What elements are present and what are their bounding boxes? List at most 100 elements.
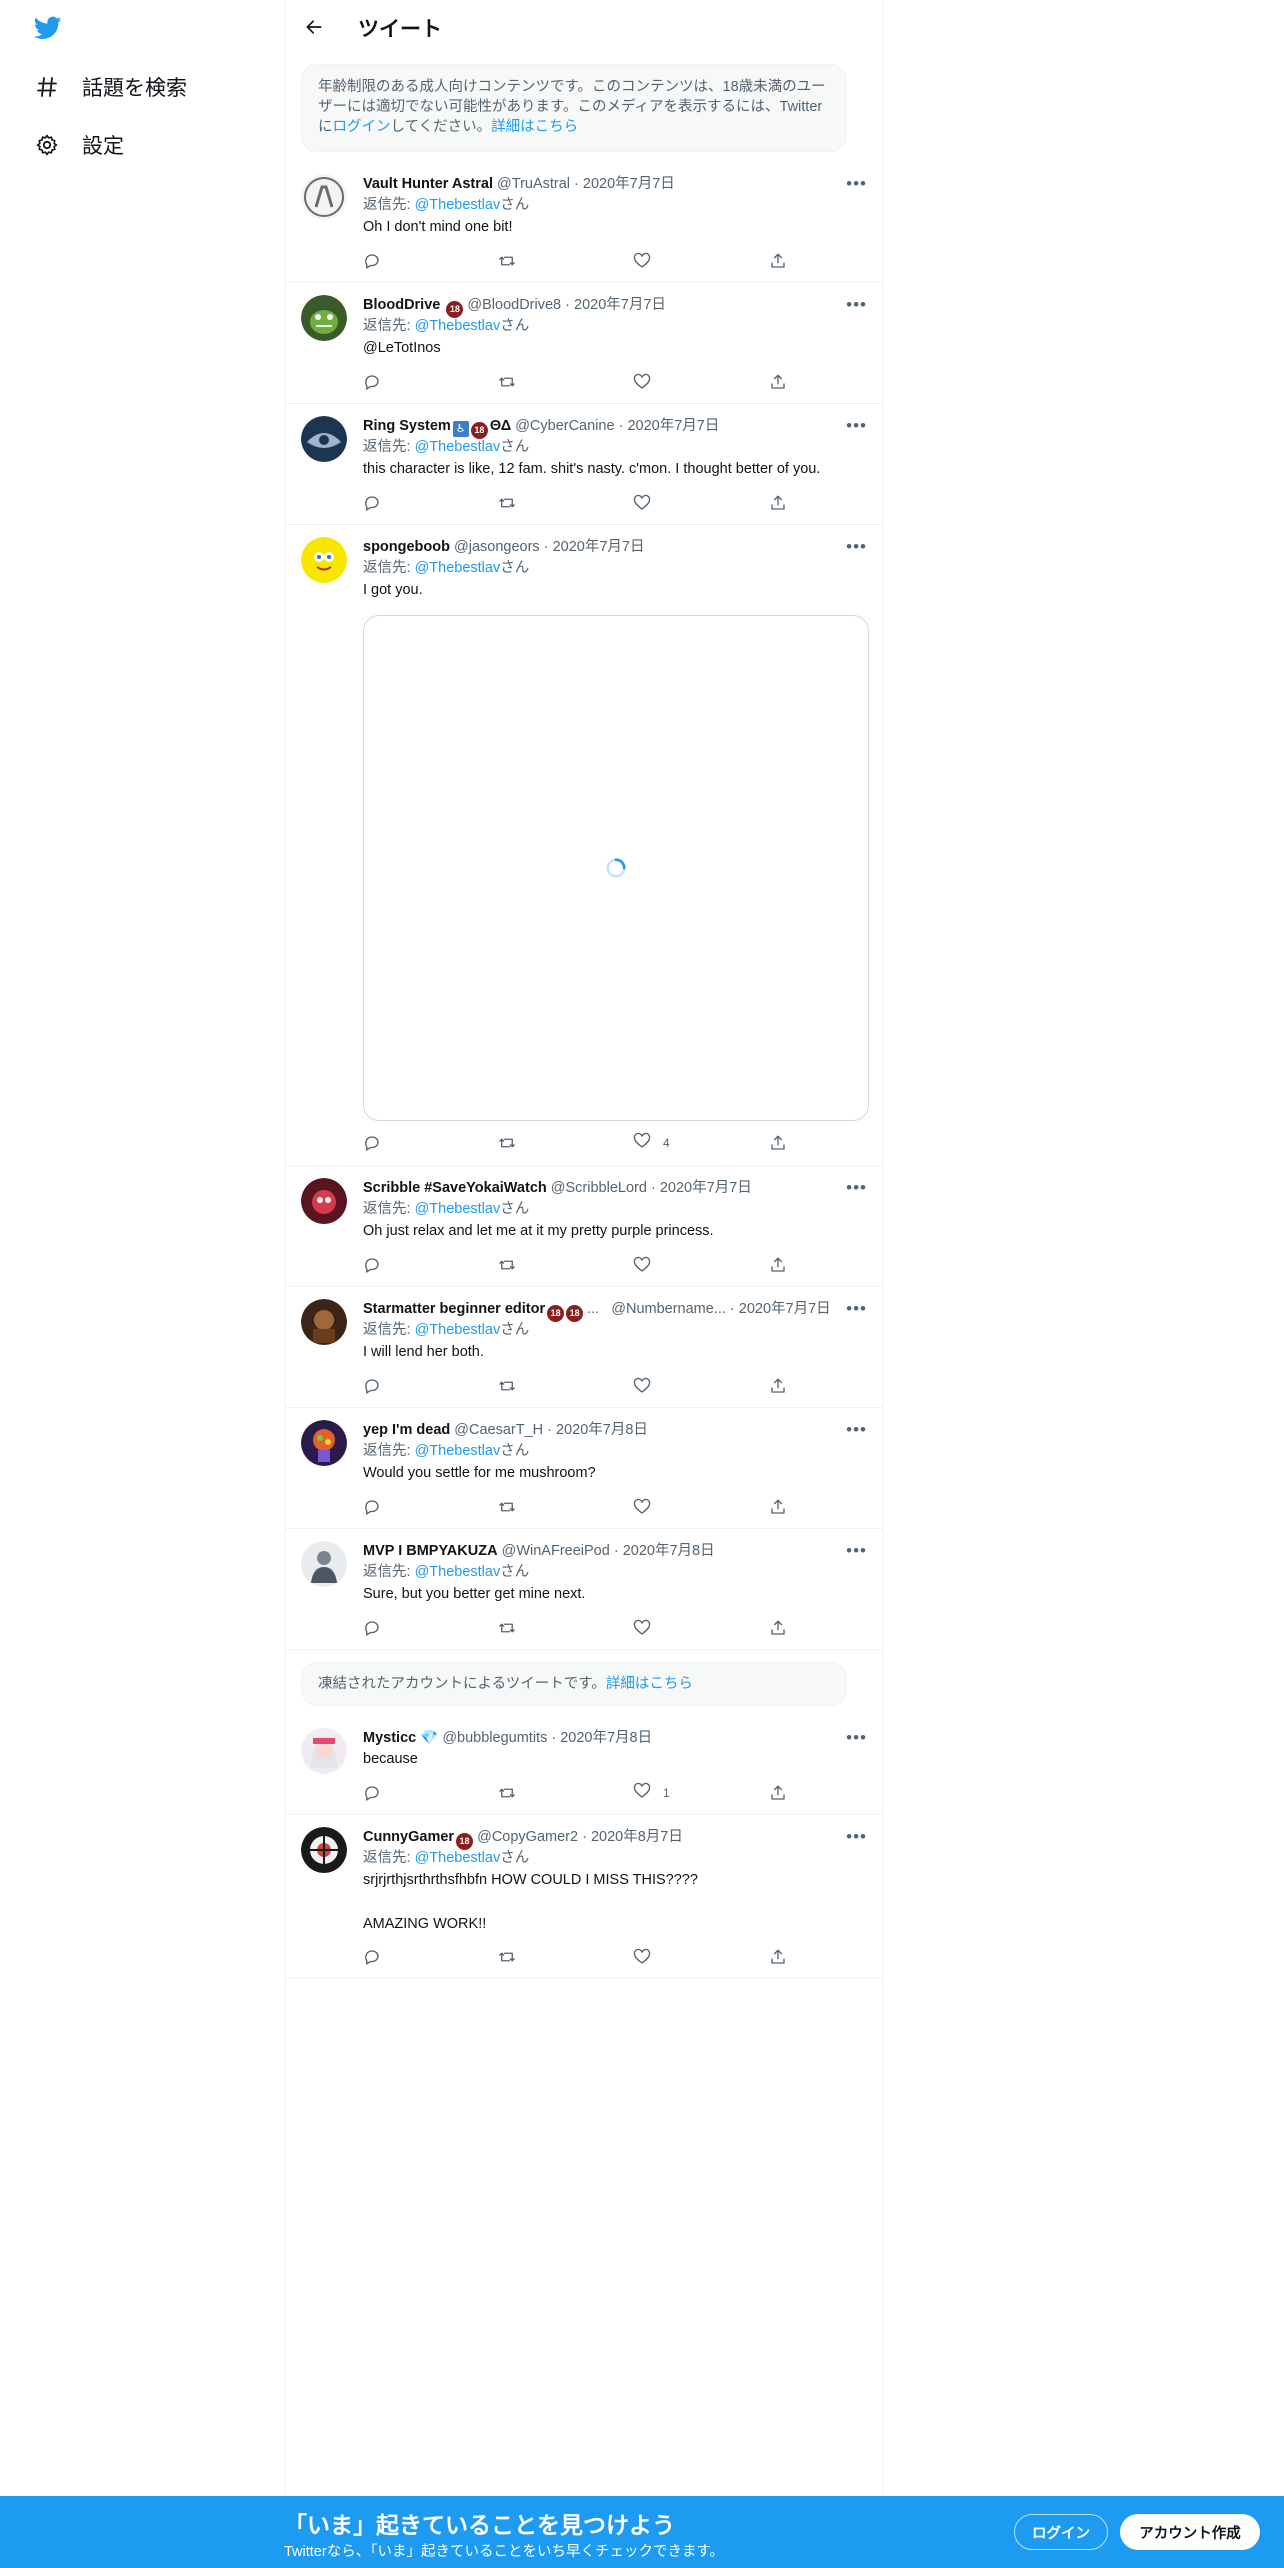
retweet-icon[interactable] [497, 492, 517, 514]
timestamp[interactable]: 2020年7月7日 [739, 1301, 831, 1317]
share-icon[interactable] [769, 1132, 787, 1154]
tweet[interactable]: spongeboob @jasongeors · 2020年7月7日 ••• 返… [285, 525, 883, 1166]
login-button[interactable]: ログイン [1014, 2514, 1108, 2550]
share-icon[interactable] [769, 1617, 787, 1639]
avatar[interactable] [301, 1178, 347, 1224]
more-options-icon[interactable]: ••• [846, 1178, 867, 1198]
avatar[interactable] [301, 537, 347, 583]
tweet[interactable]: Ring System ♿ 18 ΘΔ @CyberCanine · 2020年7月7… [285, 404, 883, 525]
display-name[interactable]: Vault Hunter Astral [363, 176, 493, 192]
more-options-icon[interactable]: ••• [846, 1299, 867, 1319]
like-button[interactable]: 4 [633, 1132, 670, 1154]
handle[interactable]: @bubblegumtits [442, 1730, 547, 1746]
handle[interactable]: @jasongeors [454, 539, 540, 555]
signup-button[interactable]: アカウント作成 [1120, 2514, 1260, 2550]
like-icon[interactable] [633, 1375, 651, 1397]
timestamp[interactable]: 2020年7月8日 [623, 1543, 715, 1559]
like-icon[interactable] [633, 1617, 651, 1639]
reply-icon[interactable] [363, 1132, 381, 1154]
tweet[interactable]: BloodDrive 18 @BloodDrive8 · 2020年7月7日 •… [285, 283, 883, 404]
avatar[interactable] [301, 1728, 347, 1774]
timestamp[interactable]: 2020年8月7日 [591, 1829, 683, 1845]
display-name[interactable]: spongeboob [363, 539, 450, 555]
retweet-icon[interactable] [497, 1617, 517, 1639]
display-name[interactable]: Ring System [363, 418, 451, 434]
reply-icon[interactable] [363, 1375, 381, 1397]
timestamp[interactable]: 2020年7月8日 [560, 1730, 652, 1746]
reply-icon[interactable] [363, 371, 381, 393]
retweet-icon[interactable] [497, 1782, 517, 1804]
tweet[interactable]: Mysticc 💎 @bubblegumtits · 2020年7月8日 •••… [285, 1716, 883, 1815]
like-icon[interactable] [633, 371, 651, 393]
handle[interactable]: @CopyGamer2 [477, 1829, 578, 1845]
retweet-icon[interactable] [497, 1496, 517, 1518]
more-options-icon[interactable]: ••• [846, 295, 867, 315]
avatar[interactable] [301, 174, 347, 220]
display-name[interactable]: yep I'm dead [363, 1422, 450, 1438]
retweet-icon[interactable] [497, 1254, 517, 1276]
reply-mention[interactable]: @Thebestlav [415, 1850, 501, 1866]
reply-icon[interactable] [363, 1782, 381, 1804]
age-notice-details-link[interactable]: 詳細はこちら [491, 119, 578, 135]
retweet-icon[interactable] [497, 1946, 517, 1968]
reply-icon[interactable] [363, 1946, 381, 1968]
nav-settings[interactable]: 設定 [34, 125, 124, 165]
more-options-icon[interactable]: ••• [846, 416, 867, 436]
back-arrow-icon[interactable] [301, 14, 327, 40]
more-options-icon[interactable]: ••• [846, 537, 867, 557]
reply-mention[interactable]: @Thebestlav [415, 318, 501, 334]
retweet-icon[interactable] [497, 1375, 517, 1397]
handle[interactable]: @Numbername... [611, 1301, 726, 1317]
display-name[interactable]: Scribble #SaveYokaiWatch [363, 1180, 547, 1196]
retweet-icon[interactable] [497, 371, 517, 393]
more-options-icon[interactable]: ••• [846, 1420, 867, 1440]
share-icon[interactable] [769, 1254, 787, 1276]
share-icon[interactable] [769, 1496, 787, 1518]
handle[interactable]: @CaesarT_H [454, 1422, 543, 1438]
retweet-icon[interactable] [497, 1132, 517, 1154]
reply-icon[interactable] [363, 1254, 381, 1276]
suspended-details-link[interactable]: 詳細はこちら [606, 1676, 693, 1692]
tweet[interactable]: Scribble #SaveYokaiWatch @ScribbleLord ·… [285, 1166, 883, 1287]
login-link[interactable]: ログイン [333, 119, 391, 135]
reply-mention[interactable]: @Thebestlav [415, 560, 501, 576]
reply-mention[interactable]: @Thebestlav [415, 439, 501, 455]
avatar[interactable] [301, 1299, 347, 1345]
share-icon[interactable] [769, 1946, 787, 1968]
handle[interactable]: @ScribbleLord [551, 1180, 647, 1196]
share-icon[interactable] [769, 1375, 787, 1397]
reply-mention[interactable]: @Thebestlav [415, 1443, 501, 1459]
like-icon[interactable] [633, 492, 651, 514]
reply-mention[interactable]: @Thebestlav [415, 1201, 501, 1217]
more-options-icon[interactable]: ••• [846, 1728, 867, 1748]
display-name[interactable]: Starmatter beginner editor [363, 1301, 545, 1317]
timestamp[interactable]: 2020年7月7日 [583, 176, 675, 192]
tweet-text[interactable]: @LeTotInos [363, 337, 867, 359]
timestamp[interactable]: 2020年7月7日 [627, 418, 719, 434]
timestamp[interactable]: 2020年7月7日 [660, 1180, 752, 1196]
reply-mention[interactable]: @Thebestlav [415, 1564, 501, 1580]
timestamp[interactable]: 2020年7月8日 [556, 1422, 648, 1438]
handle[interactable]: @TruAstral [497, 176, 570, 192]
more-options-icon[interactable]: ••• [846, 174, 867, 194]
tweet[interactable]: Vault Hunter Astral @TruAstral · 2020年7月… [285, 162, 883, 283]
timestamp[interactable]: 2020年7月7日 [553, 539, 645, 555]
reply-icon[interactable] [363, 1617, 381, 1639]
like-icon[interactable] [633, 1946, 651, 1968]
more-options-icon[interactable]: ••• [846, 1541, 867, 1561]
display-name[interactable]: MVP I BMPYAKUZA [363, 1543, 498, 1559]
handle[interactable]: @WinAFreeiPod [502, 1543, 610, 1559]
tweet[interactable]: Starmatter beginner editor 18 18 ... @Numb… [285, 1287, 883, 1408]
reply-mention[interactable]: @Thebestlav [415, 197, 501, 213]
reply-icon[interactable] [363, 250, 381, 272]
retweet-icon[interactable] [497, 250, 517, 272]
like-icon[interactable] [633, 1496, 651, 1518]
reply-icon[interactable] [363, 492, 381, 514]
avatar[interactable] [301, 1541, 347, 1587]
reply-mention[interactable]: @Thebestlav [415, 1322, 501, 1338]
share-icon[interactable] [769, 492, 787, 514]
timestamp[interactable]: 2020年7月7日 [574, 297, 666, 313]
twitter-logo-icon[interactable] [32, 14, 64, 42]
avatar[interactable] [301, 1420, 347, 1466]
like-icon[interactable] [633, 1254, 651, 1276]
